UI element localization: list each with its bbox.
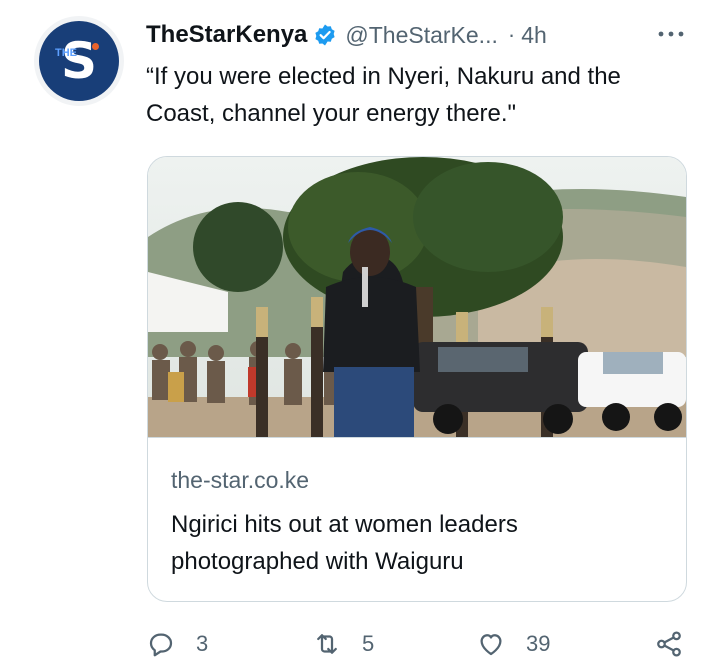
tweet-actions: 3 5 39 [146,624,694,664]
retweet-button[interactable]: 5 [312,624,374,664]
avatar-logo-letter: S [60,32,97,90]
link-card[interactable]: the-star.co.ke Ngirici hits out at women… [147,156,687,602]
avatar-logo-small-text: THE [55,47,77,59]
avatar[interactable]: THE S [34,16,124,106]
separator: · [507,22,516,47]
handle[interactable]: @TheStarKe... [345,22,497,49]
timestamp[interactable]: 4h [521,22,547,49]
card-title[interactable]: Ngirici hits out at women leaders photog… [171,506,661,580]
card-domain: the-star.co.ke [171,467,310,493]
tweet-text: “If you were elected in Nyeri, Nakuru an… [146,63,621,127]
like-count: 39 [526,631,551,656]
retweet-icon [317,634,337,654]
share-icon [657,631,681,657]
tweet-header: TheStarKenya @TheStarKe... · 4h [146,18,686,52]
display-name[interactable]: TheStarKenya [146,21,307,49]
retweet-count: 5 [362,631,375,656]
like-button[interactable]: 39 [476,624,550,664]
verified-badge-icon [315,24,335,46]
avatar-logo-dot [92,43,99,50]
card-image[interactable] [148,157,686,437]
reply-button[interactable]: 3 [146,624,208,664]
share-button[interactable] [654,624,684,664]
card-divider [148,437,686,438]
reply-icon [149,633,173,657]
avatar-logo: THE S [39,21,119,101]
reply-count: 3 [196,631,209,656]
more-icon[interactable] [656,22,686,46]
like-icon [480,634,502,656]
